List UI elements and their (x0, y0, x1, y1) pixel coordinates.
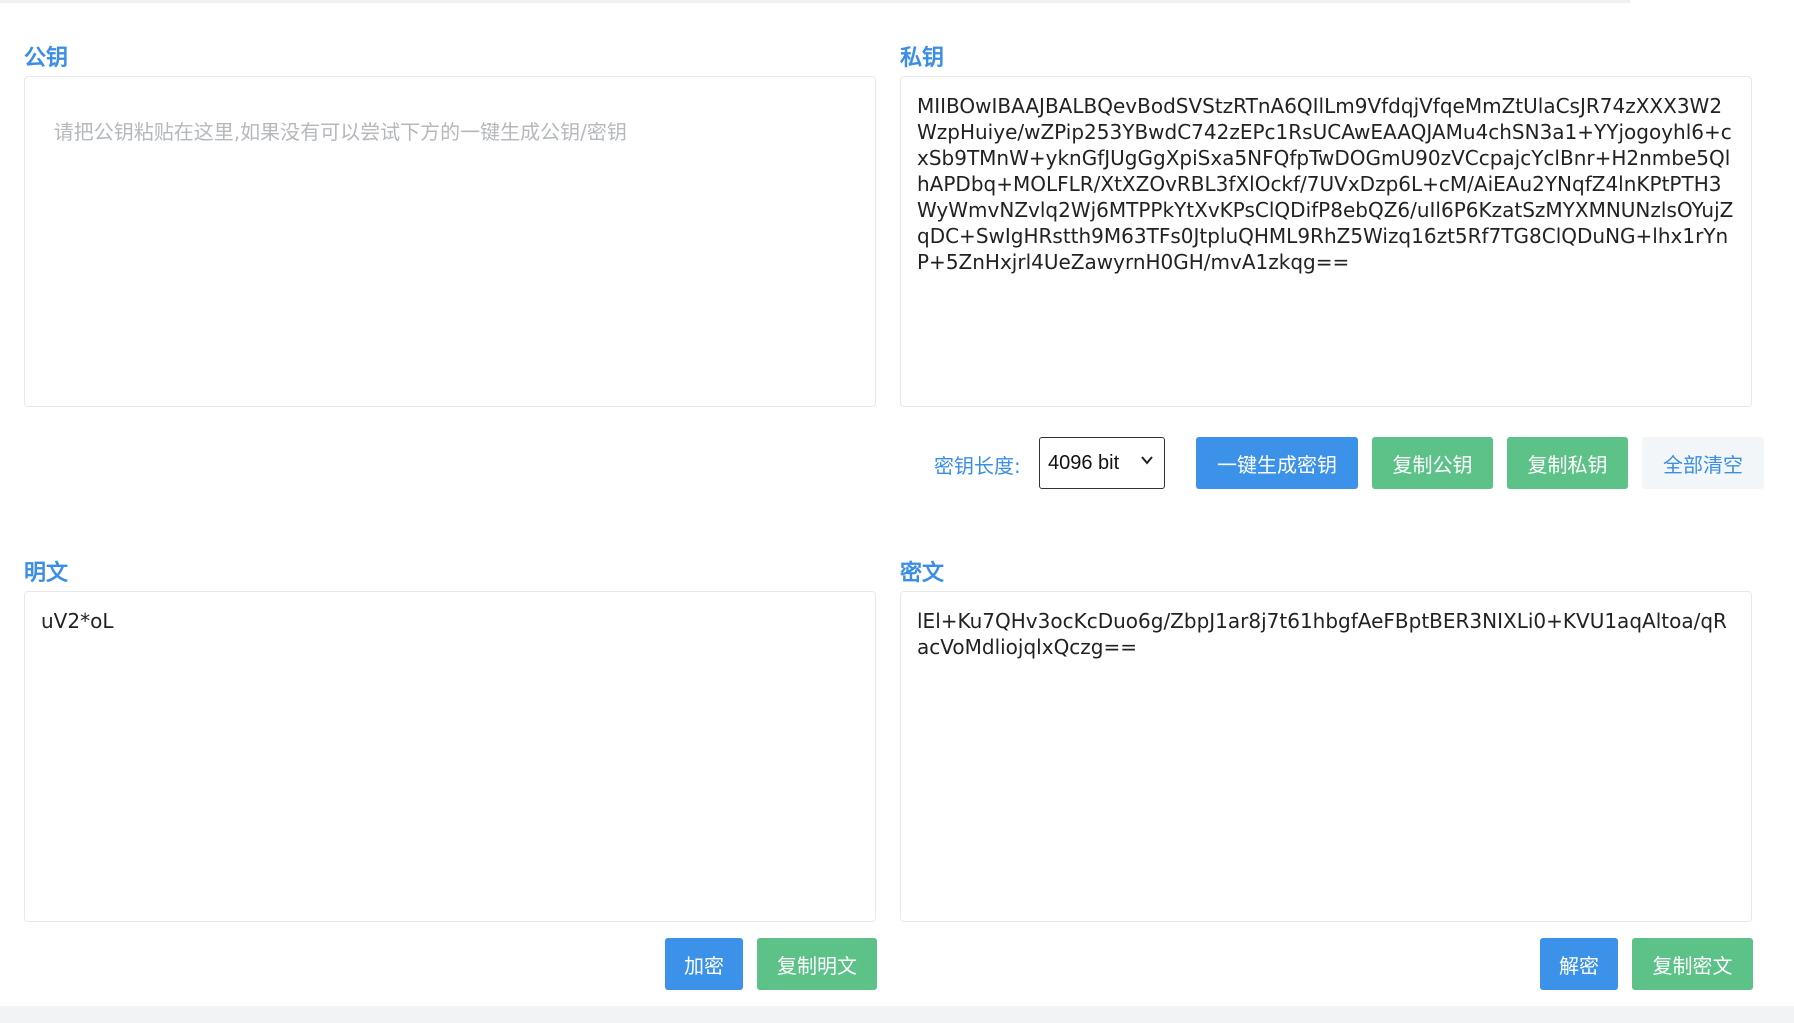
ciphertext-textarea[interactable]: lEl+Ku7QHv3ocKcDuo6g/ZbpJ1ar8j7t61hbgfAe… (900, 591, 1752, 922)
encrypt-button[interactable]: 加密 (665, 938, 743, 990)
private-key-label: 私钥 (900, 46, 945, 71)
plaintext-label: 明文 (24, 561, 69, 586)
public-key-textarea[interactable]: 请把公钥粘贴在这里,如果没有可以尝试下方的一键生成公钥/密钥 (24, 76, 876, 407)
clear-all-button[interactable]: 全部清空 (1642, 437, 1764, 489)
copy-public-key-button[interactable]: 复制公钥 (1372, 437, 1493, 489)
public-key-label: 公钥 (24, 46, 69, 71)
top-divider (0, 0, 1630, 3)
generate-keys-button[interactable]: 一键生成密钥 (1196, 437, 1358, 489)
decrypt-button[interactable]: 解密 (1540, 938, 1618, 990)
key-length-label: 密钥长度: (934, 454, 1021, 478)
ciphertext-label: 密文 (900, 561, 945, 586)
copy-ciphertext-button[interactable]: 复制密文 (1632, 938, 1753, 990)
bottom-bar (0, 1006, 1794, 1023)
public-key-placeholder: 请把公钥粘贴在这里,如果没有可以尝试下方的一键生成公钥/密钥 (53, 120, 627, 144)
key-length-select[interactable]: 4096 bit (1039, 437, 1165, 489)
chevron-down-icon (1141, 456, 1153, 465)
plaintext-textarea[interactable]: uV2*oL (24, 591, 876, 922)
private-key-textarea[interactable]: MIIBOwIBAAJBALBQevBodSVStzRTnA6QIlLm9Vfd… (900, 76, 1752, 407)
key-length-value: 4096 bit (1048, 451, 1120, 474)
copy-private-key-button[interactable]: 复制私钥 (1507, 437, 1628, 489)
copy-plaintext-button[interactable]: 复制明文 (757, 938, 877, 990)
